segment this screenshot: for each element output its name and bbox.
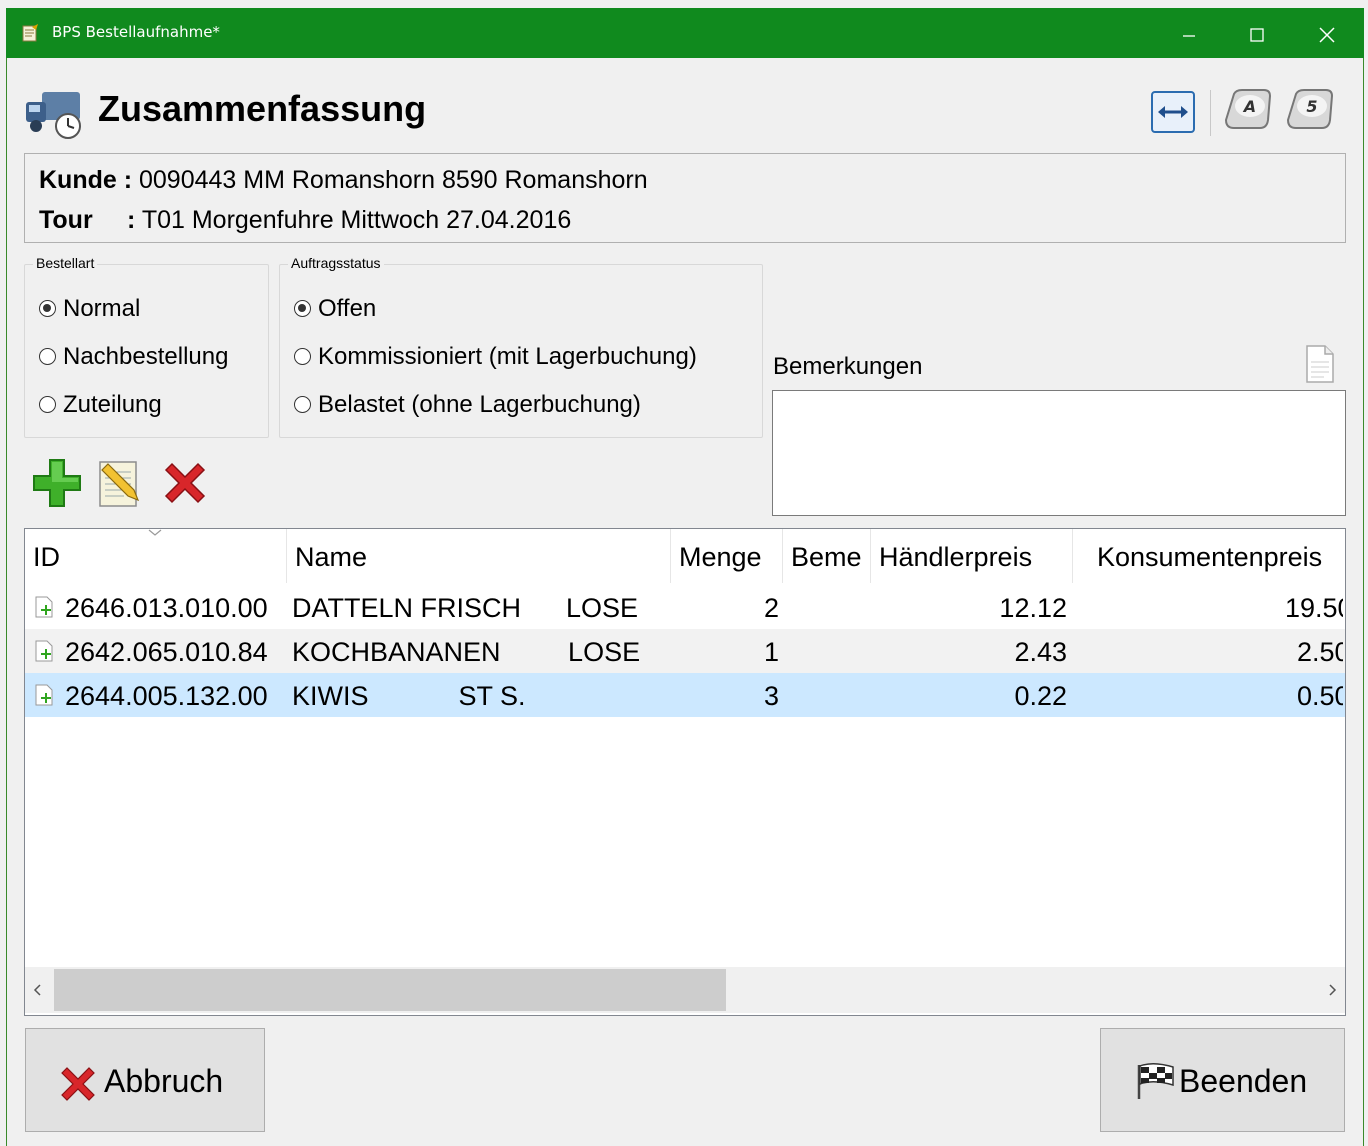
title-bar: BPS Bestellaufnahme* (6, 8, 1364, 58)
scroll-right-icon[interactable] (1325, 983, 1339, 997)
toolbar-divider (1210, 90, 1211, 136)
scroll-left-icon[interactable] (31, 983, 45, 997)
radio-label: Belastet (ohne Lagerbuchung) (318, 391, 641, 418)
order-status-group: Auftragsstatus Offen Kommissioniert (mit… (279, 255, 763, 438)
radio-label: Offen (318, 295, 377, 322)
radio-nachbestellung[interactable]: Nachbestellung (39, 343, 228, 371)
tour-line: Tour: T01 Morgenfuhre Mittwoch 27.04.201… (39, 206, 571, 235)
radio-unselected-icon (294, 348, 311, 365)
cell-haendlerpreis: 12.12 (999, 593, 1067, 623)
app-notepad-icon (22, 24, 38, 42)
table-row[interactable]: 2646.013.010.00 DATTELN FRISCH LOSE 2 12… (25, 585, 1345, 629)
minimize-icon (1183, 34, 1195, 37)
cell-haendlerpreis: 0.22 (1014, 681, 1067, 711)
cell-menge: 2 (763, 593, 779, 623)
cell-id: 2646.013.010.00 (65, 593, 268, 623)
resize-width-icon[interactable] (1150, 86, 1198, 138)
maximize-button[interactable] (1222, 8, 1292, 58)
radio-normal[interactable]: Normal (39, 295, 140, 323)
customer-line: Kunde : 0090443 MM Romanshorn 8590 Roman… (39, 166, 648, 195)
key-5-icon[interactable]: 5 (1282, 86, 1338, 138)
order-status-legend: Auftragsstatus (288, 255, 384, 271)
page-title: Zusammenfassung (98, 88, 427, 129)
finish-button[interactable]: Beenden (1100, 1028, 1345, 1132)
cancel-button-label: Abbruch (104, 1063, 224, 1099)
radio-selected-icon (294, 300, 311, 317)
table-row[interactable]: 2642.065.010.84 KOCHBANANEN LOSE 1 2.43 … (25, 629, 1345, 673)
radio-unselected-icon (294, 396, 311, 413)
radio-selected-icon (39, 300, 56, 317)
column-header-bemerkung[interactable]: Beme (783, 529, 871, 583)
cell-bemerkung (787, 585, 867, 629)
key-a-icon[interactable]: A (1220, 86, 1276, 138)
edit-icon[interactable] (94, 456, 146, 510)
delete-icon[interactable] (160, 458, 210, 508)
cell-id: 2642.065.010.84 (65, 637, 268, 667)
new-item-icon (35, 596, 53, 618)
cell-bemerkung (787, 629, 867, 673)
radio-label: Zuteilung (63, 391, 162, 418)
remarks-label: Bemerkungen (773, 353, 923, 380)
column-header-name[interactable]: Name (287, 529, 671, 583)
radio-kommissioniert[interactable]: Kommissioniert (mit Lagerbuchung) (294, 343, 697, 371)
order-items-table[interactable]: ID Name Menge Beme Händlerpreis Konsumen… (24, 528, 1346, 1016)
horizontal-scrollbar[interactable] (25, 967, 1345, 1013)
minimize-button[interactable] (1154, 8, 1224, 58)
cell-haendlerpreis: 2.43 (1014, 637, 1067, 667)
tour-separator: : (127, 206, 136, 234)
close-icon (1319, 26, 1335, 43)
order-info-panel: Kunde : 0090443 MM Romanshorn 8590 Roman… (24, 153, 1346, 243)
document-icon[interactable] (1304, 344, 1336, 384)
cell-name: DATTELN FRISCH LOSE (292, 593, 639, 623)
tour-label: Tour (39, 206, 93, 234)
cancel-button[interactable]: Abbruch (25, 1028, 265, 1132)
radio-zuteilung[interactable]: Zuteilung (39, 391, 162, 419)
checkered-flag-icon (1137, 1063, 1174, 1099)
radio-label: Nachbestellung (63, 343, 229, 370)
column-header-menge[interactable]: Menge (671, 529, 783, 583)
scrollbar-thumb[interactable] (54, 969, 726, 1011)
customer-label: Kunde : (39, 166, 133, 194)
window-title: BPS Bestellaufnahme* (52, 23, 220, 41)
order-type-legend: Bestellart (33, 255, 98, 271)
radio-unselected-icon (39, 396, 56, 413)
cell-konsumentenpreis: 0.50 (1297, 681, 1343, 711)
tour-value: T01 Morgenfuhre Mittwoch 27.04.2016 (141, 206, 572, 234)
remarks-textarea[interactable] (772, 390, 1346, 516)
customer-value: 0090443 MM Romanshorn 8590 Romanshorn (139, 166, 648, 194)
column-header-id[interactable]: ID (25, 529, 287, 583)
truck-clock-icon (26, 92, 81, 139)
add-icon[interactable] (30, 456, 84, 510)
svg-text:A: A (1242, 97, 1256, 116)
cell-menge: 1 (763, 637, 779, 667)
table-row-selected[interactable]: 2644.005.132.00 KIWIS ST S. 3 0.22 0.50 (25, 673, 1345, 717)
cell-bemerkung (787, 673, 867, 717)
radio-label: Kommissioniert (mit Lagerbuchung) (318, 343, 697, 370)
radio-belastet[interactable]: Belastet (ohne Lagerbuchung) (294, 391, 641, 419)
radio-offen[interactable]: Offen (294, 295, 376, 323)
new-item-icon (35, 640, 53, 662)
cell-name: KIWIS ST S. (292, 681, 526, 711)
close-button[interactable] (1292, 8, 1362, 58)
cell-id: 2644.005.132.00 (65, 681, 268, 711)
cell-konsumentenpreis: 19.50 (1285, 593, 1343, 623)
finish-button-label: Beenden (1179, 1063, 1308, 1099)
cell-name: KOCHBANANEN LOSE (292, 637, 641, 667)
column-header-konsumentenpreis[interactable]: Konsumentenpreis (1073, 529, 1345, 583)
column-header-haendlerpreis[interactable]: Händlerpreis (871, 529, 1073, 583)
maximize-icon (1250, 27, 1264, 42)
radio-label: Normal (63, 295, 141, 322)
cell-menge: 3 (763, 681, 779, 711)
svg-text:5: 5 (1306, 97, 1317, 116)
radio-unselected-icon (39, 348, 56, 365)
cancel-x-icon (61, 1067, 95, 1101)
new-item-icon (35, 684, 53, 706)
order-type-group: Bestellart Normal Nachbestellung Zuteilu… (24, 255, 269, 438)
cell-konsumentenpreis: 2.50 (1297, 637, 1343, 667)
